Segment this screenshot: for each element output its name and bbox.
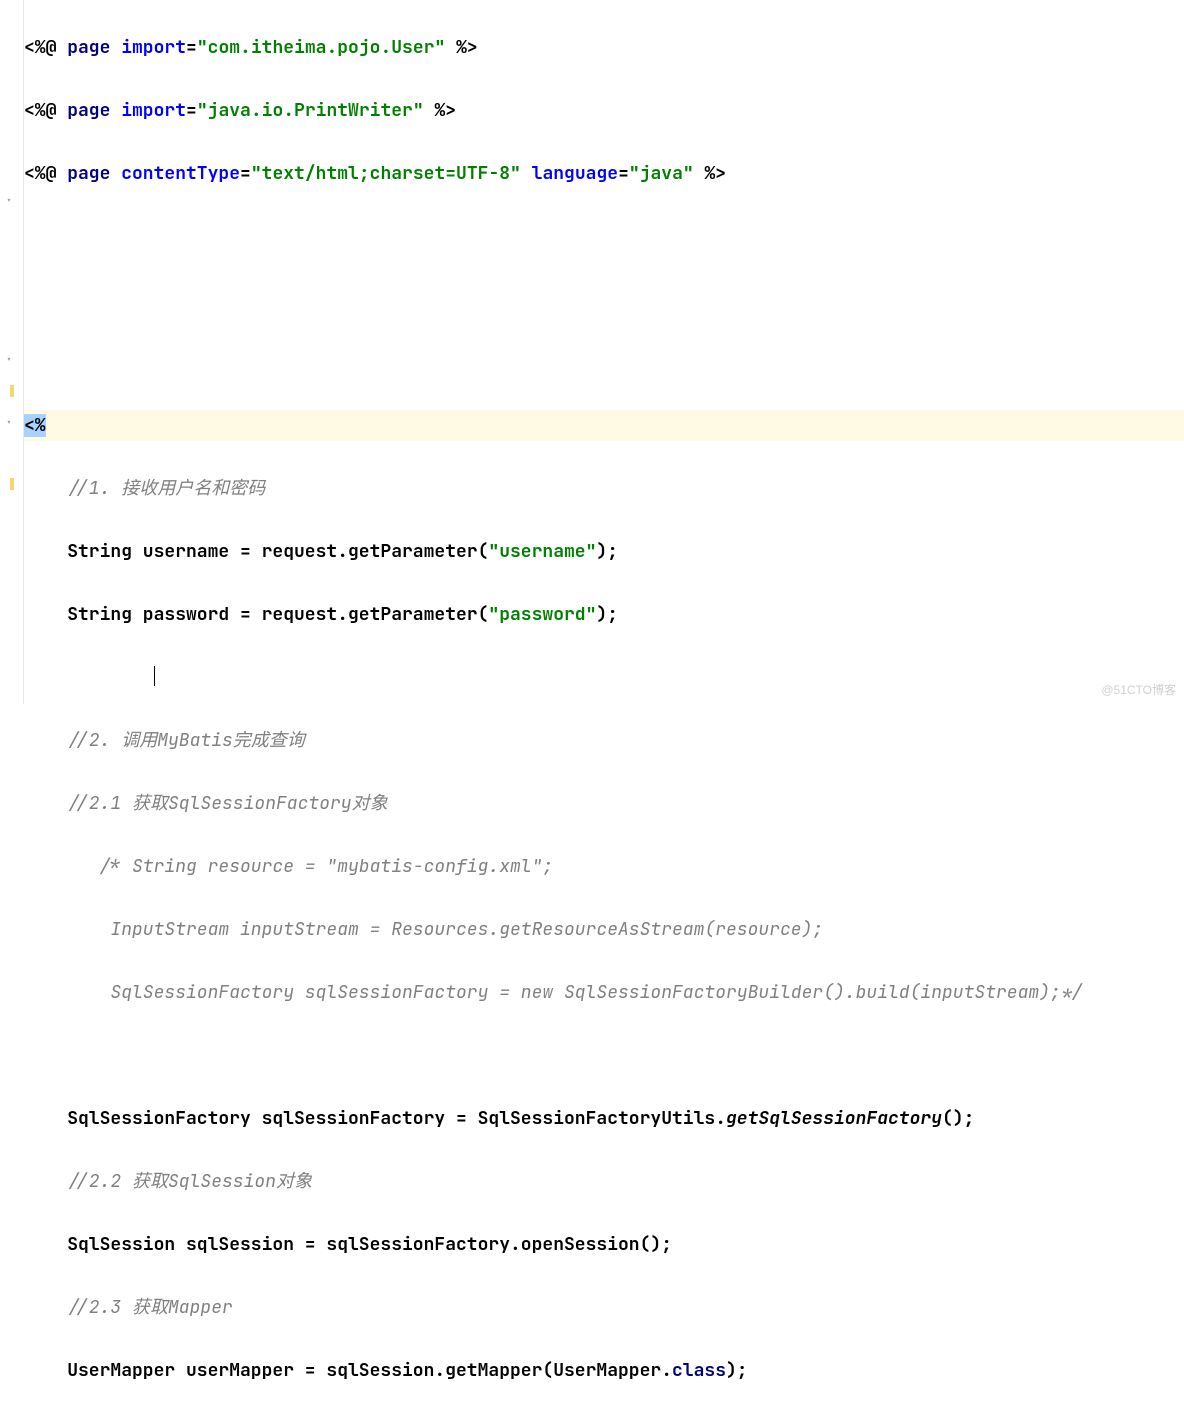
text-cursor: [154, 666, 155, 686]
code-line: [24, 662, 1184, 694]
watermark: @51CTO博客: [1101, 681, 1176, 698]
gutter: ▾ ▾ ▾: [0, 0, 24, 704]
code-line: UserMapper userMapper = sqlSession.getMa…: [24, 1355, 1184, 1387]
code-line: String password = request.getParameter("…: [24, 599, 1184, 631]
code-line: //1. 接收用户名和密码: [24, 473, 1184, 505]
code-content[interactable]: <%@ page import="com.itheima.pojo.User" …: [24, 0, 1184, 704]
code-line: [24, 1040, 1184, 1072]
code-line: /* String resource = "mybatis-config.xml…: [24, 851, 1184, 883]
code-line: SqlSession sqlSession = sqlSessionFactor…: [24, 1229, 1184, 1261]
code-line: [24, 347, 1184, 379]
code-line: SqlSessionFactory sqlSessionFactory = ne…: [24, 977, 1184, 1009]
code-line: String username = request.getParameter("…: [24, 536, 1184, 568]
code-line: [24, 284, 1184, 316]
code-line: <%@ page import="com.itheima.pojo.User" …: [24, 32, 1184, 64]
fold-icon[interactable]: ▾: [6, 355, 18, 367]
code-line: //2.2 获取SqlSession对象: [24, 1166, 1184, 1198]
code-line: InputStream inputStream = Resources.getR…: [24, 914, 1184, 946]
code-line: SqlSessionFactory sqlSessionFactory = Sq…: [24, 1103, 1184, 1135]
change-marker: [10, 385, 14, 397]
code-line: //2.3 获取Mapper: [24, 1292, 1184, 1324]
fold-icon[interactable]: ▾: [6, 196, 18, 208]
code-line: //2.1 获取SqlSessionFactory对象: [24, 788, 1184, 820]
code-line: <%@ page import="java.io.PrintWriter" %>: [24, 95, 1184, 127]
change-marker: [10, 478, 14, 490]
code-line: <%@ page contentType="text/html;charset=…: [24, 158, 1184, 190]
code-line: [24, 221, 1184, 253]
code-line: //2. 调用MyBatis完成查询: [24, 725, 1184, 757]
code-line-active: <%: [24, 410, 1184, 442]
fold-icon[interactable]: ▾: [6, 418, 18, 430]
code-editor[interactable]: ▾ ▾ ▾ <%@ page import="com.itheima.pojo.…: [0, 0, 1184, 704]
